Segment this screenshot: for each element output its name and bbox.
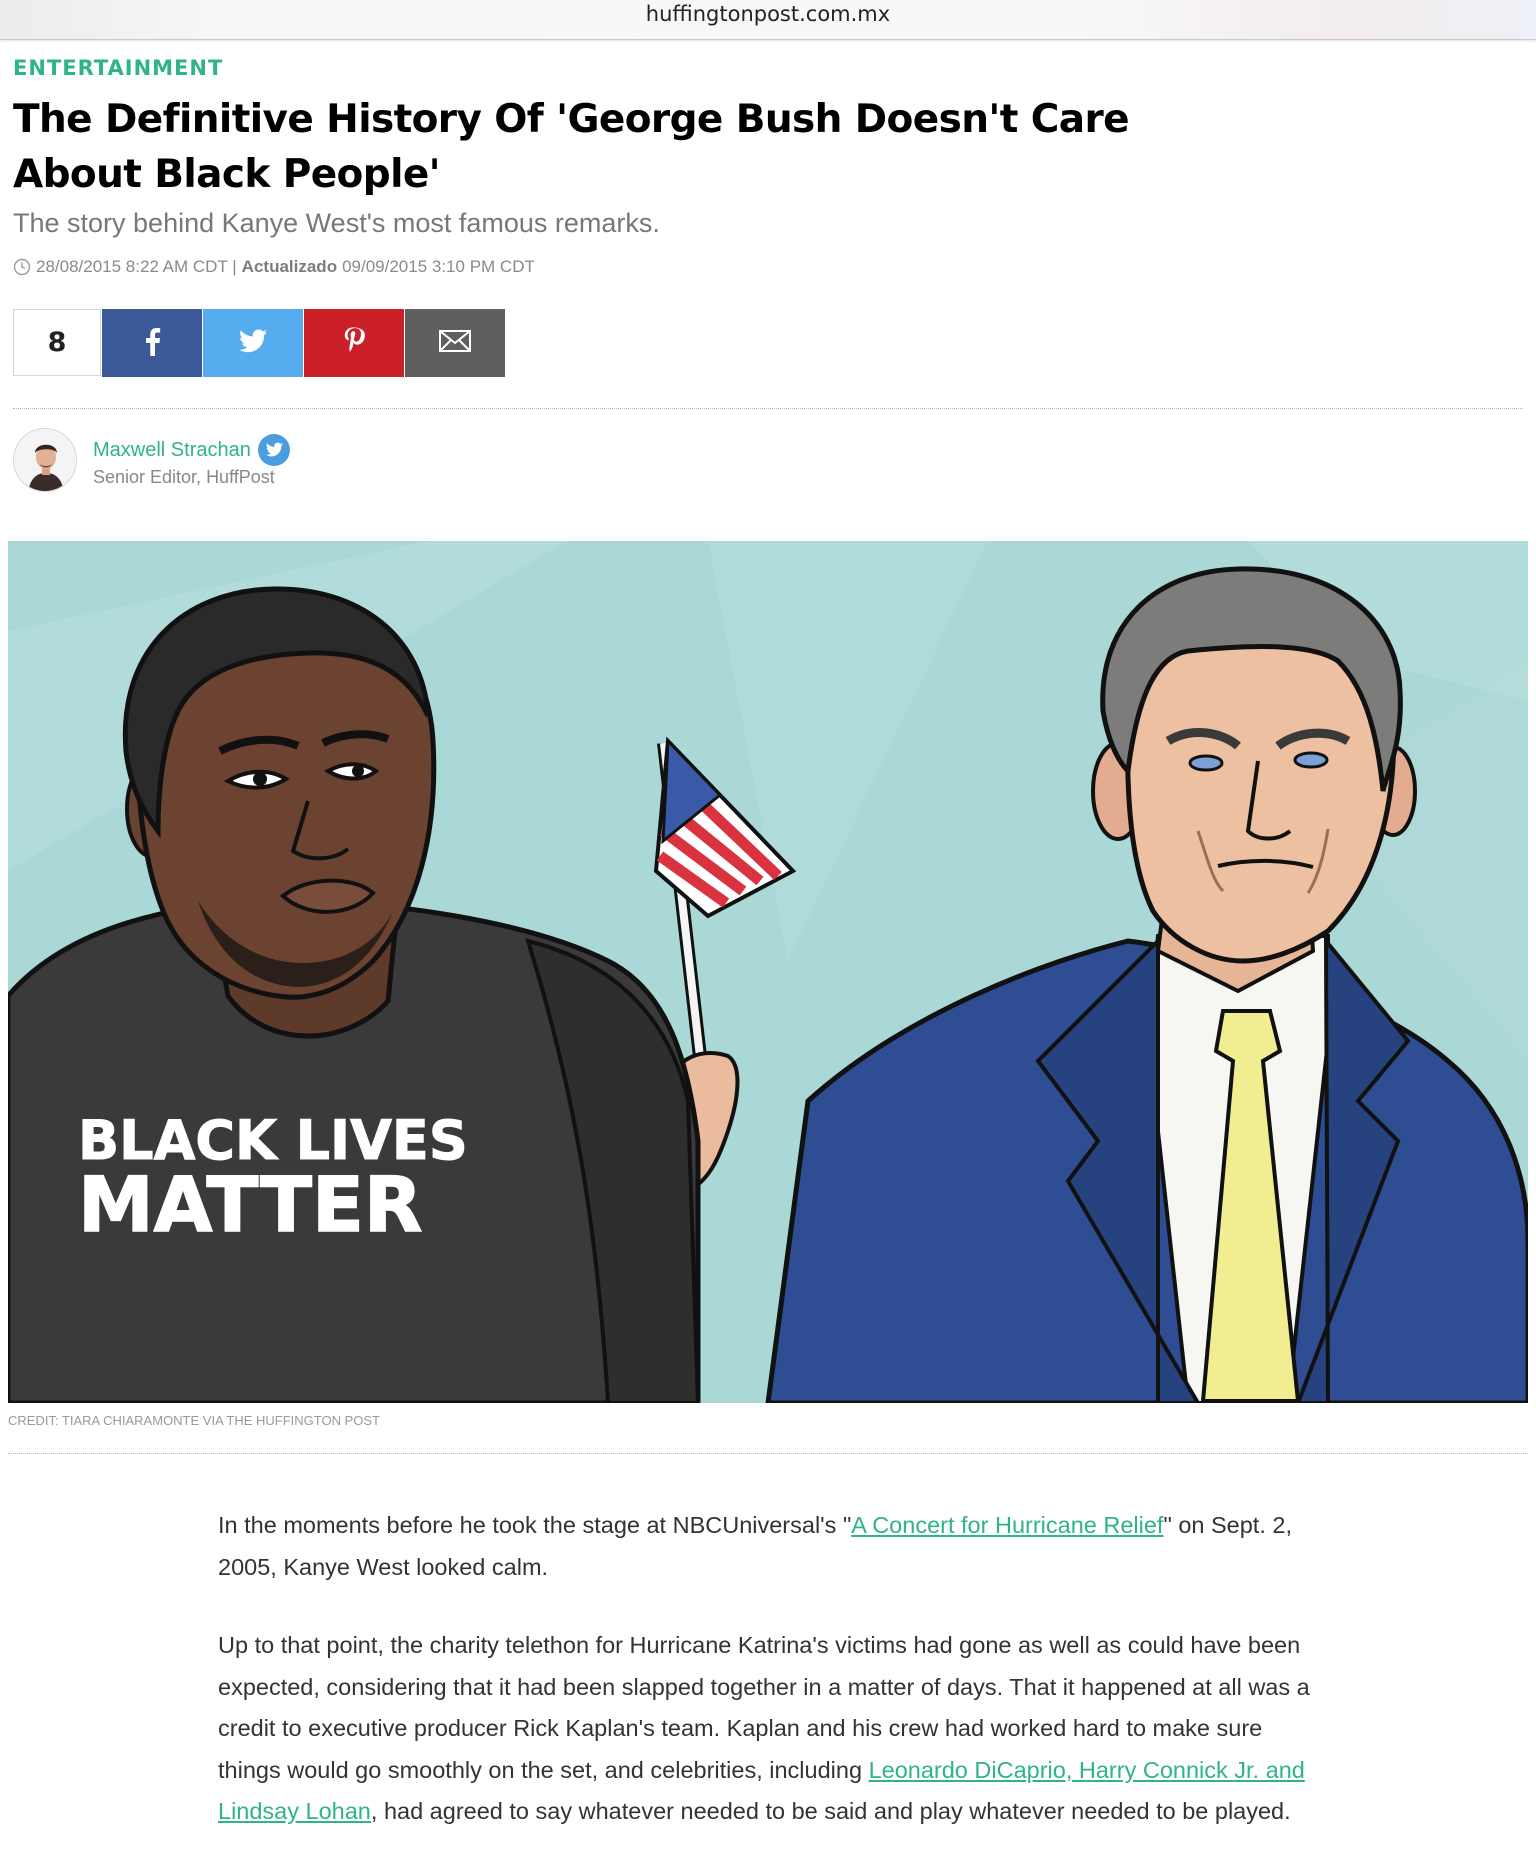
header-divider <box>13 408 1523 409</box>
updated-label: Actualizado <box>241 257 338 276</box>
pinterest-share-button[interactable] <box>304 309 404 377</box>
clock-icon <box>13 258 31 276</box>
browser-url-bar[interactable]: huffingtonpost.com.mx <box>0 0 1536 40</box>
share-bar: 8 <box>13 309 505 377</box>
paragraph-text: In the moments before he took the stage … <box>218 1512 852 1538</box>
twitter-share-button[interactable] <box>203 309 303 377</box>
section-label[interactable]: ENTERTAINMENT <box>13 56 223 80</box>
author-name-text[interactable]: Maxwell Strachan <box>93 439 251 462</box>
twitter-icon[interactable] <box>257 433 291 467</box>
twitter-icon <box>239 328 267 358</box>
url-text[interactable]: huffingtonpost.com.mx <box>0 2 1536 26</box>
published-date: 28/08/2015 8:22 AM CDT | <box>36 257 237 276</box>
article-title: The Definitive History Of 'George Bush D… <box>13 97 1130 197</box>
mail-icon <box>439 329 471 357</box>
author-name[interactable]: Maxwell Strachan <box>93 433 291 467</box>
facebook-icon <box>142 326 162 361</box>
image-credit: CREDIT: TIARA CHIARAMONTE VIA THE HUFFIN… <box>8 1413 380 1428</box>
article-subtitle: The story behind Kanye West's most famou… <box>13 208 660 238</box>
paragraph: Up to that point, the charity telethon f… <box>218 1625 1318 1833</box>
paragraph: In the moments before he took the stage … <box>218 1505 1318 1588</box>
facebook-share-button[interactable] <box>102 309 202 377</box>
author-role: Senior Editor, HuffPost <box>93 467 275 487</box>
article-body: In the moments before he took the stage … <box>218 1505 1318 1870</box>
concert-link[interactable]: A Concert for Hurricane Relief <box>851 1512 1163 1538</box>
image-divider <box>8 1453 1528 1454</box>
shirt-text-line2: MATTER <box>78 1160 422 1249</box>
updated-date: 09/09/2015 3:10 PM CDT <box>342 257 535 276</box>
paragraph-text: , had agreed to say whatever needed to b… <box>370 1798 1291 1824</box>
share-count: 8 <box>13 309 101 376</box>
pinterest-icon <box>343 326 365 361</box>
email-share-button[interactable] <box>405 309 505 377</box>
avatar[interactable] <box>13 428 77 492</box>
article-meta: 28/08/2015 8:22 AM CDT | Actualizado 09/… <box>13 257 535 277</box>
hero-image[interactable]: BLACK LIVES MATTER <box>8 541 1528 1403</box>
